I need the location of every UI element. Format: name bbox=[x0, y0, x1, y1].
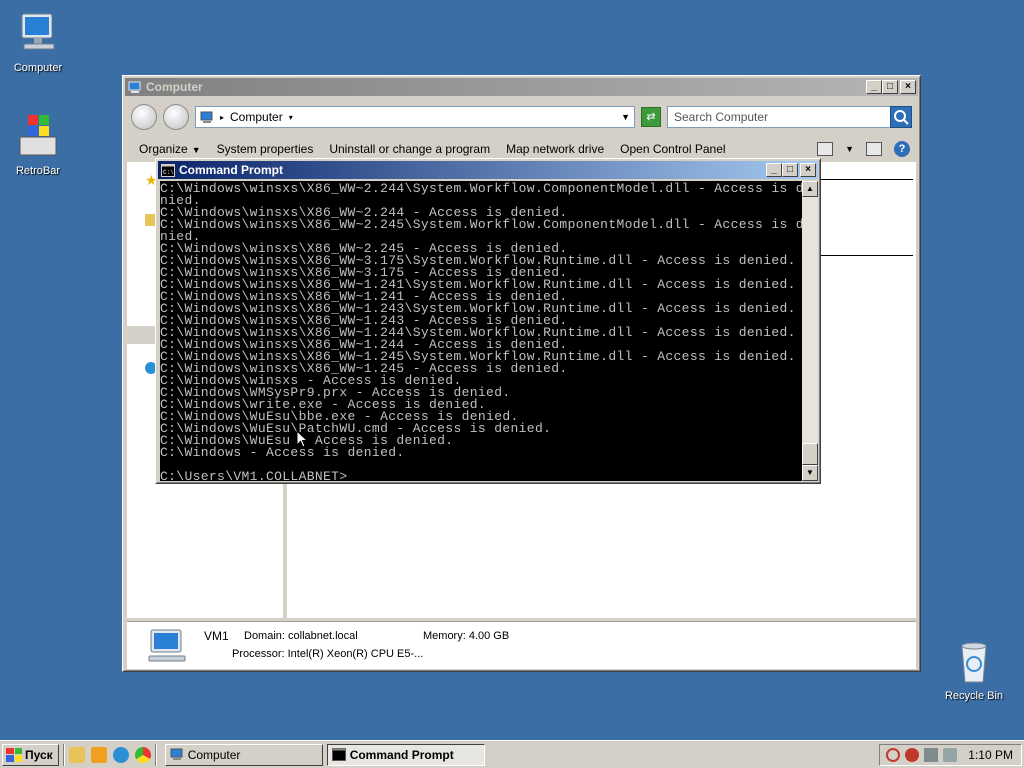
quick-launch bbox=[68, 746, 151, 763]
computer-icon bbox=[170, 748, 183, 760]
task-computer[interactable]: Computer bbox=[164, 743, 323, 766]
computer-icon bbox=[148, 629, 186, 662]
recycle-bin-icon bbox=[950, 638, 998, 686]
maximize-button[interactable]: □ bbox=[882, 80, 898, 94]
preview-pane-icon[interactable] bbox=[866, 142, 882, 156]
explorer-titlebar[interactable]: Computer _ □ × bbox=[125, 78, 918, 96]
processor-text: Processor: Intel(R) Xeon(R) CPU E5-... bbox=[232, 648, 424, 660]
address-text: Computer bbox=[230, 110, 283, 124]
close-button[interactable]: × bbox=[800, 163, 816, 177]
desktop-icon-computer[interactable]: Computer bbox=[0, 10, 76, 74]
console-line: C:\Windows\winsxs\X86_WW~2.245\System.Wo… bbox=[160, 217, 802, 232]
desktop-icon-label: Recycle Bin bbox=[944, 690, 1004, 702]
chevron-down-icon[interactable]: ▼ bbox=[845, 144, 854, 154]
console-output[interactable]: C:\Windows\winsxs\X86_WW~2.244\System.Wo… bbox=[160, 181, 802, 481]
minimize-button[interactable]: _ bbox=[766, 163, 782, 177]
start-button[interactable]: Пуск bbox=[2, 743, 59, 766]
details-pane: VM1 Domain: collabnet.local Memory: 4.00… bbox=[127, 621, 916, 669]
organize-label: Organize bbox=[139, 142, 188, 156]
search-tray-icon[interactable] bbox=[886, 747, 901, 762]
back-button[interactable] bbox=[131, 104, 157, 130]
windows-flag-icon bbox=[6, 747, 22, 762]
volume-muted-icon[interactable] bbox=[943, 747, 958, 762]
chevron-down-icon: ▼ bbox=[191, 145, 201, 155]
chevron-down-icon[interactable]: ▾ bbox=[289, 113, 293, 122]
computer-name: VM1 bbox=[204, 629, 229, 643]
scroll-down-button[interactable]: ▼ bbox=[802, 465, 818, 481]
memory-text: Memory: 4.00 GB bbox=[423, 630, 510, 642]
desktop-icon-label: RetroBar bbox=[15, 165, 61, 177]
desktop-icon-retrobar[interactable]: RetroBar bbox=[0, 113, 76, 177]
retrobar-icon bbox=[14, 113, 62, 161]
system-properties-button[interactable]: System properties bbox=[217, 142, 314, 156]
computer-icon bbox=[128, 81, 141, 93]
command-prompt-window: C:\ Command Prompt _ □ × C:\Windows\wins… bbox=[155, 158, 821, 484]
cmd-titlebar[interactable]: C:\ Command Prompt _ □ × bbox=[158, 161, 818, 179]
taskbar-separator bbox=[154, 743, 157, 766]
domain-text: Domain: collabnet.local bbox=[244, 630, 358, 642]
help-icon[interactable]: ? bbox=[894, 141, 910, 157]
close-button[interactable]: × bbox=[900, 80, 916, 94]
minimize-button[interactable]: _ bbox=[866, 80, 882, 94]
start-label: Пуск bbox=[25, 747, 53, 762]
window-title: Command Prompt bbox=[179, 163, 284, 177]
views-icon[interactable] bbox=[817, 142, 834, 156]
command-bar: Organize ▼ System properties Uninstall or… bbox=[127, 138, 916, 160]
console-line: C:\Windows - Access is denied. bbox=[160, 445, 405, 460]
address-field[interactable]: ▸ Computer ▾ ▼ bbox=[195, 106, 635, 128]
open-control-panel-button[interactable]: Open Control Panel bbox=[620, 142, 725, 156]
console-line: C:\Windows\winsxs\X86_WW~2.244\System.Wo… bbox=[160, 181, 802, 196]
search-icon bbox=[894, 110, 909, 125]
task-command-prompt[interactable]: Command Prompt bbox=[326, 743, 485, 766]
system-tray: 1:10 PM bbox=[879, 743, 1022, 766]
maximize-button[interactable]: □ bbox=[782, 163, 798, 177]
computer-icon bbox=[14, 10, 62, 58]
desktop-icon-recycle-bin[interactable]: Recycle Bin bbox=[936, 638, 1012, 702]
task-label: Computer bbox=[187, 747, 241, 762]
forward-button[interactable] bbox=[163, 104, 189, 130]
window-title: Computer bbox=[146, 80, 203, 94]
map-network-drive-button[interactable]: Map network drive bbox=[506, 142, 604, 156]
console-icon: C:\ bbox=[161, 163, 175, 177]
refresh-button[interactable]: ⇄ bbox=[641, 107, 661, 127]
chrome-icon[interactable] bbox=[134, 746, 151, 763]
search-input[interactable]: Search Computer bbox=[667, 106, 912, 128]
media-player-icon[interactable] bbox=[90, 746, 107, 763]
security-alert-icon[interactable] bbox=[905, 747, 920, 762]
task-label: Command Prompt bbox=[349, 747, 454, 762]
console-line: C:\Users\VM1.COLLABNET> bbox=[160, 469, 348, 481]
uninstall-program-button[interactable]: Uninstall or change a program bbox=[329, 142, 490, 156]
console-icon bbox=[331, 748, 346, 761]
taskbar: Пуск Computer Command Prompt 1:10 PM bbox=[0, 740, 1024, 768]
network-icon[interactable] bbox=[924, 747, 939, 762]
scroll-up-button[interactable]: ▲ bbox=[802, 181, 818, 197]
computer-icon bbox=[200, 111, 213, 123]
svg-text:C:\: C:\ bbox=[163, 169, 174, 176]
vertical-scrollbar[interactable]: ▲ ▼ bbox=[802, 181, 818, 481]
address-bar: ▸ Computer ▾ ▼ ⇄ Search Computer bbox=[127, 100, 916, 134]
explorer-folder-icon[interactable] bbox=[68, 746, 85, 763]
internet-explorer-icon[interactable] bbox=[112, 746, 129, 763]
desktop-icon-label: Computer bbox=[13, 62, 63, 74]
address-dropdown-icon[interactable]: ▼ bbox=[621, 112, 630, 122]
organize-button[interactable]: Organize ▼ bbox=[139, 142, 201, 156]
clock[interactable]: 1:10 PM bbox=[968, 748, 1013, 762]
search-placeholder: Search Computer bbox=[674, 110, 769, 124]
taskbar-separator bbox=[62, 743, 65, 766]
search-button[interactable] bbox=[890, 106, 912, 128]
scroll-thumb[interactable] bbox=[802, 443, 818, 465]
mouse-cursor-icon bbox=[296, 430, 308, 448]
chevron-right-icon: ▸ bbox=[220, 112, 225, 122]
computer-nav-item[interactable] bbox=[127, 326, 157, 344]
